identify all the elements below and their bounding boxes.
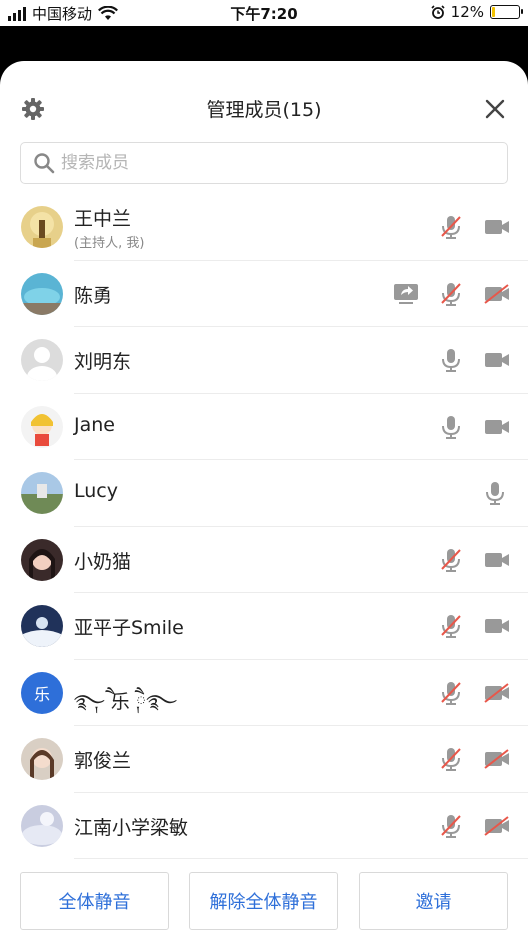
camera-icon[interactable]: [484, 547, 510, 573]
camera-off-icon[interactable]: [484, 281, 510, 307]
close-icon[interactable]: [484, 98, 506, 120]
alarm-icon: [431, 5, 445, 19]
avatar-initial: 乐: [33, 684, 50, 704]
camera-off-icon[interactable]: [484, 680, 510, 706]
sheet-header: 管理成员(15): [0, 91, 528, 127]
status-right: 12%: [431, 3, 523, 21]
mic-muted-icon[interactable]: [438, 613, 464, 639]
mic-icon[interactable]: [438, 414, 464, 440]
member-name: 王中兰: [74, 208, 132, 230]
screen-share-icon[interactable]: [393, 281, 419, 307]
member-row[interactable]: 乐 ࿐ཻ༙ 乐 ཻ༙࿐: [0, 660, 528, 726]
member-name: Lucy: [74, 480, 118, 502]
camera-icon[interactable]: [484, 414, 510, 440]
member-row[interactable]: 刘明东: [0, 327, 528, 394]
avatar: [21, 605, 63, 647]
row-divider: [74, 858, 528, 859]
member-name: 郭俊兰: [74, 750, 132, 772]
camera-icon[interactable]: [484, 214, 510, 240]
member-row[interactable]: 亚平子Smile: [0, 593, 528, 660]
battery-percent: 12%: [450, 3, 484, 21]
camera-icon[interactable]: [484, 613, 510, 639]
avatar: [21, 538, 63, 581]
member-row[interactable]: 江南小学梁敏: [0, 793, 528, 859]
avatar: [21, 405, 63, 448]
camera-icon[interactable]: [484, 347, 510, 373]
mic-muted-icon[interactable]: [438, 680, 464, 706]
member-row[interactable]: 王中兰 (主持人, 我): [0, 194, 528, 261]
avatar: [21, 738, 63, 780]
avatar: 乐: [21, 671, 63, 714]
member-name: 刘明东: [74, 351, 132, 373]
member-row[interactable]: 陈勇: [0, 261, 528, 327]
unmute-all-button[interactable]: 解除全体静音: [189, 872, 338, 930]
mic-muted-icon[interactable]: [438, 547, 464, 573]
avatar: [21, 206, 63, 248]
mic-icon[interactable]: [482, 480, 508, 506]
member-row[interactable]: 郭俊兰: [0, 726, 528, 793]
mic-muted-icon[interactable]: [438, 214, 464, 240]
member-name: 江南小学梁敏: [74, 816, 189, 839]
page-title: 管理成员(15): [206, 99, 322, 121]
member-row[interactable]: Jane: [0, 394, 528, 460]
battery-fill: [492, 7, 496, 17]
member-name: 亚平子Smile: [74, 617, 184, 639]
avatar: [21, 804, 63, 847]
member-list: 王中兰 (主持人, 我) 陈勇刘明东 Jane Lucy 小奶猫亚平子Smile 乐 ࿐ཻ༙ …: [0, 194, 528, 859]
avatar: [21, 472, 63, 514]
footer-actions: 全体静音 解除全体静音 邀请: [0, 872, 528, 930]
search-box[interactable]: [20, 142, 508, 184]
battery-icon: [490, 5, 523, 19]
member-row[interactable]: Lucy: [0, 460, 528, 527]
member-name: Jane: [74, 413, 115, 436]
mic-muted-icon[interactable]: [438, 746, 464, 772]
member-row[interactable]: 小奶猫: [0, 527, 528, 593]
member-name: 小奶猫: [74, 550, 132, 573]
mic-icon[interactable]: [438, 347, 464, 373]
search-input[interactable]: [61, 153, 481, 173]
mic-muted-icon[interactable]: [438, 813, 464, 839]
avatar: [21, 339, 63, 381]
mute-all-button[interactable]: 全体静音: [20, 872, 169, 930]
invite-button[interactable]: 邀请: [359, 872, 508, 930]
member-name: 陈勇: [74, 284, 113, 307]
camera-off-icon[interactable]: [484, 746, 510, 772]
mic-muted-icon[interactable]: [438, 281, 464, 307]
status-bar: 中国移动 下午7:20 12%: [0, 0, 528, 26]
avatar: [21, 272, 63, 315]
member-role: (主持人, 我): [74, 236, 145, 251]
manage-members-sheet: 管理成员(15) 王中兰 (主持人, 我) 陈勇刘明东 Jane Lucy 小奶猫亚平子S…: [0, 61, 528, 939]
camera-off-icon[interactable]: [484, 813, 510, 839]
search-icon: [34, 153, 55, 174]
